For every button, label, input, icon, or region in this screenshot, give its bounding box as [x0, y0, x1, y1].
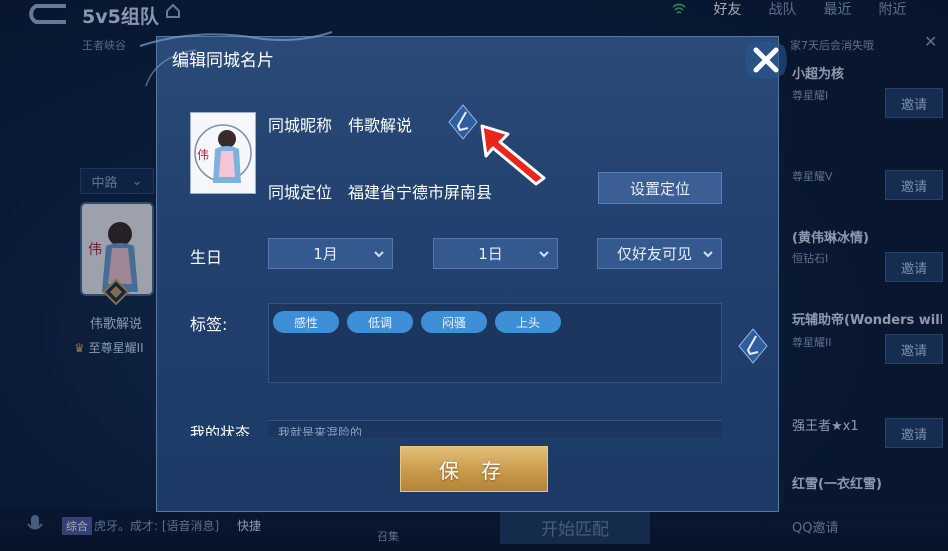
dialog-title: 编辑同城名片 — [172, 51, 274, 71]
location-label: 同城定位 — [268, 183, 333, 202]
chevron-down-icon — [703, 250, 713, 257]
location-value: 福建省宁德市屏南县 — [348, 183, 493, 202]
tag-chip[interactable]: 低调 — [347, 311, 413, 333]
red-pointer-arrow — [480, 124, 546, 186]
visibility-select[interactable]: 仅好友可见 — [597, 238, 722, 269]
tag-chip[interactable]: 闷骚 — [421, 311, 487, 333]
tag-chip[interactable]: 上头 — [495, 311, 561, 333]
nickname-label: 同城昵称 — [268, 116, 333, 135]
close-icon[interactable] — [742, 36, 790, 84]
chevron-down-icon — [374, 250, 384, 257]
save-button[interactable]: 保 存 — [400, 446, 548, 492]
birth-day-value: 1日 — [478, 245, 503, 263]
nickname-value: 伟歌解说 — [348, 116, 413, 135]
avatar[interactable]: 伟 — [190, 112, 256, 194]
birth-month-value: 1月 — [313, 245, 338, 263]
birth-day-select[interactable]: 1日 — [433, 238, 558, 269]
birth-month-select[interactable]: 1月 — [268, 238, 393, 269]
edit-pen-icon[interactable] — [738, 328, 768, 364]
avatar-image: 伟 — [191, 113, 255, 193]
visibility-value: 仅好友可见 — [616, 245, 692, 263]
chevron-down-icon — [539, 250, 549, 257]
status-label: 我的状态 — [190, 424, 251, 436]
svg-text:伟: 伟 — [197, 148, 209, 162]
status-value: 我就是来混险的 — [278, 426, 363, 436]
set-location-button[interactable]: 设置定位 — [598, 172, 722, 204]
tag-chip[interactable]: 感性 — [273, 311, 339, 333]
tags-label: 标签: — [190, 315, 228, 334]
edit-pen-icon[interactable] — [448, 104, 478, 140]
birthday-label: 生日 — [190, 248, 223, 267]
